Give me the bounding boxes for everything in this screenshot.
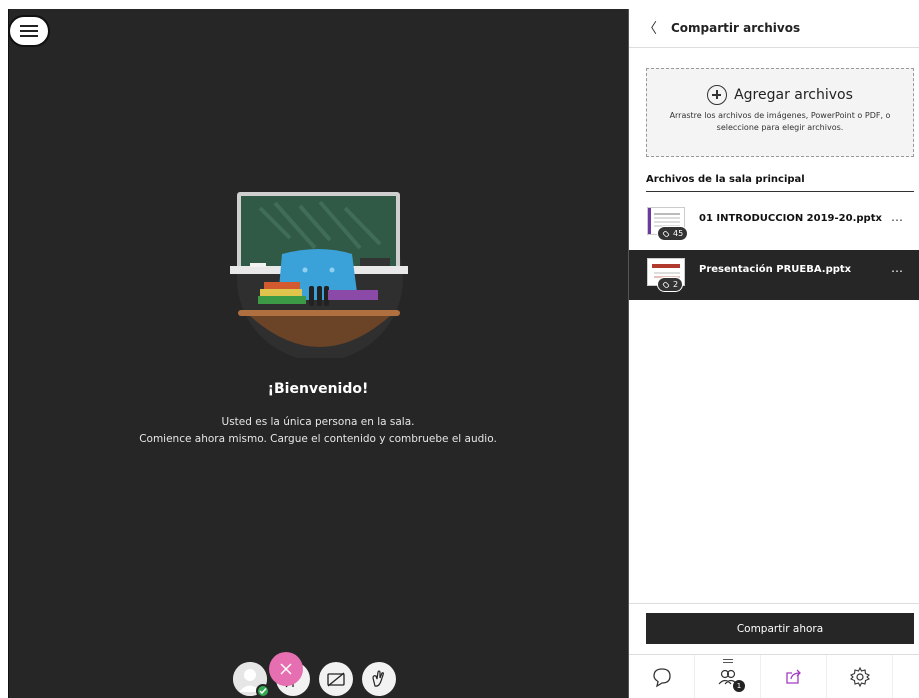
my-avatar-button[interactable] [233,662,270,698]
welcome-message-line-1: Usted es la única persona en la sala. [221,416,415,428]
tab-chat[interactable] [629,655,695,698]
chevron-left-icon[interactable]: 〈 [643,18,657,38]
layers-icon [662,280,670,289]
add-files-dropzone[interactable]: Agregar archivos Arrastre los archivos d… [646,68,914,157]
camera-off-icon [327,672,345,687]
tab-settings[interactable] [827,655,893,698]
tab-share-content[interactable] [761,655,827,698]
welcome-illustration [230,192,408,358]
welcome-title: ¡Bienvenido! [267,381,369,397]
plus-circle-icon [707,85,728,105]
file-name: Presentación PRUEBA.pptx [699,264,852,275]
section-divider [646,191,914,192]
file-row[interactable]: 45 01 INTRODUCCION 2019-20.pptx … [629,199,919,249]
session-menu-button[interactable] [8,15,50,47]
presence-check-icon [256,684,270,698]
media-controls [233,662,396,698]
close-panel-button[interactable] [269,652,303,686]
panel-tab-bar: 1 [629,654,919,698]
slide-count-badge: 2 [657,277,684,292]
raise-hand-button[interactable] [362,662,396,696]
share-icon [785,669,801,684]
layers-icon [662,229,670,238]
panel-header: 〈 Compartir archivos [629,9,919,48]
settings-icon [849,666,870,688]
attendees-count-badge: 1 [733,680,745,692]
files-section-label: Archivos de la sala principal [646,174,805,185]
chat-icon [652,668,671,688]
menu-icon [20,25,38,37]
drag-handle-icon[interactable] [723,659,733,663]
file-row-selected[interactable]: 2 Presentación PRUEBA.pptx … [629,250,919,300]
app-frame: ¡Bienvenido! Usted es la única persona e… [0,0,919,698]
welcome-message-line-2: Comience ahora mismo. Cargue el contenid… [139,433,497,445]
slide-count-badge: 45 [657,226,689,241]
close-icon [280,663,292,675]
more-icon[interactable]: … [891,210,904,224]
add-files-label: Agregar archivos [734,87,853,103]
panel-title: Compartir archivos [671,21,801,35]
add-files-description: Arrastre los archivos de imágenes, Power… [669,111,891,132]
footer-divider [629,603,919,604]
file-name: 01 INTRODUCCION 2019-20.pptx [699,213,882,224]
hand-raise-icon [372,670,384,687]
share-now-button[interactable]: Compartir ahora [646,613,914,644]
more-icon[interactable]: … [891,261,904,275]
share-files-panel: 〈 Compartir archivos Agregar archivos Ar… [629,9,919,698]
tab-attendees[interactable]: 1 [695,655,761,698]
camera-toggle[interactable] [319,662,353,696]
